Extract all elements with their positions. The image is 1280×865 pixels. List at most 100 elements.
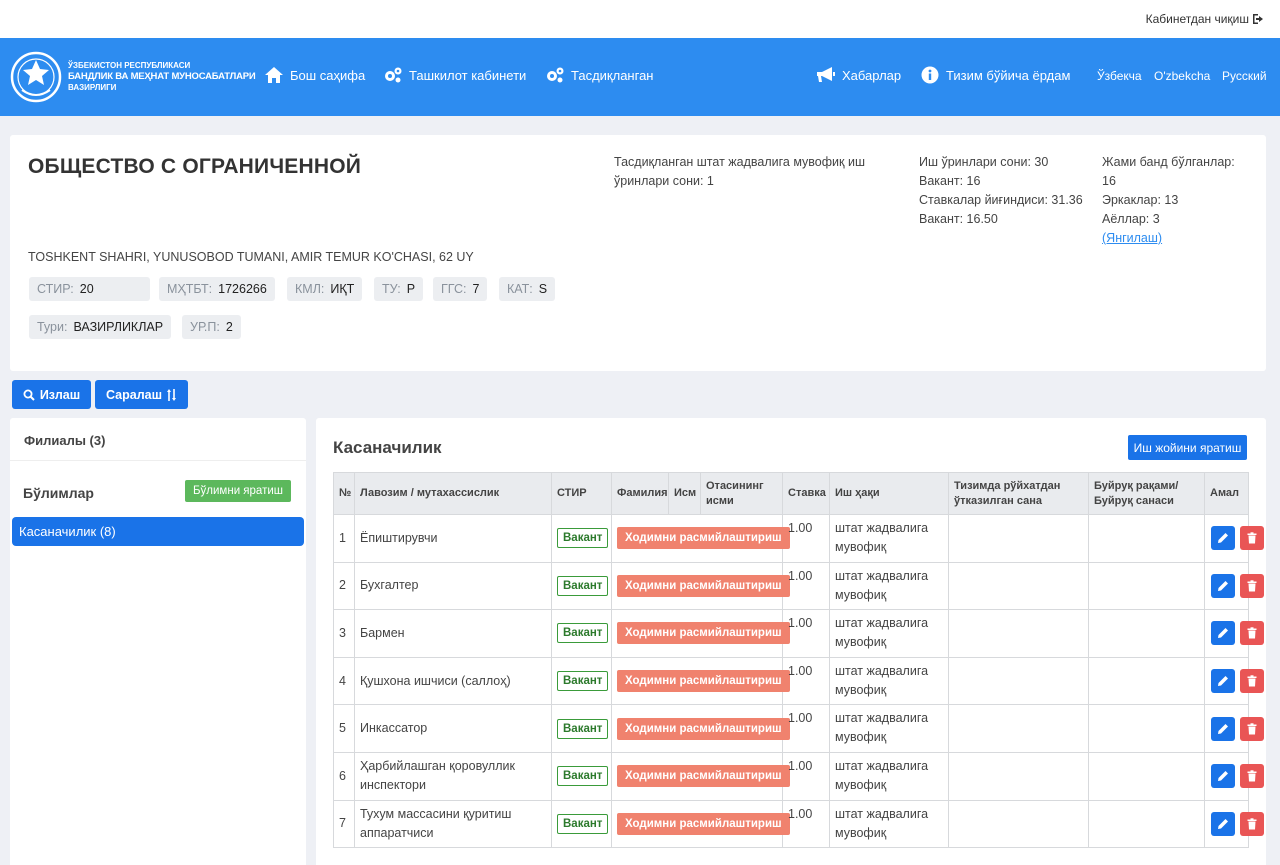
- bullhorn-icon: [817, 67, 835, 82]
- pencil-icon: [1218, 818, 1228, 829]
- info-circle-icon: [921, 66, 939, 84]
- create-department-button[interactable]: Бўлимни яратиш: [185, 480, 291, 502]
- sidebar: Филиалы (3) Бўлимлар Бўлимни яратиш Каса…: [10, 418, 306, 865]
- nav-home[interactable]: Бош саҳифа: [264, 66, 365, 84]
- chip-value: 1726266: [218, 282, 267, 296]
- col-stir: СТИР: [551, 472, 612, 515]
- nav-org-cabinet[interactable]: Ташкилот кабинети: [383, 66, 526, 84]
- row-position: Инкассатор: [354, 704, 552, 753]
- brand-text: Ўзбекистон Республикаси Бандлик ва меҳна…: [68, 60, 256, 93]
- row-position: Бармен: [354, 609, 552, 658]
- rate-sum: Ставкалар йиғиндиси: 31.36: [919, 193, 1083, 207]
- vacant-badge: Вакант: [557, 766, 609, 787]
- pencil-icon: [1218, 723, 1228, 734]
- nav-news[interactable]: Хабарлар: [816, 66, 901, 84]
- col-number: №: [333, 472, 355, 515]
- chip-urp: УР.П: 2: [182, 315, 241, 339]
- delete-button[interactable]: [1240, 669, 1265, 694]
- row-number: 5: [333, 704, 355, 753]
- row-order: [1088, 751, 1205, 801]
- chip-value: ВАЗИРЛИКЛАР: [73, 320, 164, 334]
- approved-places-info: Тасдиқланган штат жадвалига мувофиқ иш ў…: [614, 155, 865, 188]
- row-order: [1088, 609, 1205, 658]
- register-employee-button[interactable]: Ходимни расмийлаштириш: [617, 574, 790, 597]
- trash-icon: [1247, 675, 1257, 687]
- men-count: Эркаклар: 13: [1102, 193, 1179, 207]
- col-order: Буйруқ рақами/ Буйруқ санаси: [1088, 472, 1205, 515]
- main-panel: Касаначилик Иш жойини яратиш № Лавозим /…: [316, 418, 1266, 865]
- delete-button[interactable]: [1240, 573, 1265, 598]
- row-order: [1088, 561, 1205, 611]
- chip-key: УР.П:: [190, 320, 220, 334]
- chip-key: КАТ:: [507, 282, 533, 296]
- trash-icon: [1247, 580, 1257, 592]
- row-stir-cell: Вакант: [551, 561, 612, 611]
- row-actions: [1204, 514, 1265, 563]
- col-salary: Иш ҳақи: [829, 472, 949, 515]
- row-registered-date: [948, 561, 1089, 611]
- register-employee-button[interactable]: Ходимни расмийлаштириш: [617, 527, 790, 550]
- refresh-link[interactable]: (Янгилаш): [1102, 231, 1162, 245]
- branches-link[interactable]: Филиалы (3): [24, 433, 105, 448]
- departments-heading: Бўлимлар: [23, 485, 94, 501]
- delete-button[interactable]: [1240, 716, 1265, 741]
- pencil-icon: [1218, 533, 1228, 544]
- register-employee-button[interactable]: Ходимни расмийлаштириш: [617, 622, 790, 645]
- chip-value: 7: [472, 282, 480, 296]
- delete-button[interactable]: [1240, 526, 1265, 551]
- delete-button[interactable]: [1240, 621, 1265, 646]
- cogs-icon: [385, 67, 402, 83]
- row-number: 6: [333, 751, 355, 801]
- row-stir-cell: Вакант: [551, 704, 612, 753]
- row-number: 1: [333, 514, 355, 563]
- col-position: Лавозим / мутахассислик: [354, 472, 552, 515]
- row-number: 2: [333, 561, 355, 611]
- jobs-count: Иш ўринлари сони: 30: [919, 155, 1049, 169]
- chip-tu: ТУ: Р: [374, 277, 424, 301]
- lang-ru[interactable]: Русский: [1222, 69, 1267, 83]
- row-order: [1088, 656, 1205, 706]
- row-position: Қушхона ишчиси (саллоҳ): [354, 656, 552, 706]
- divider: [10, 460, 306, 461]
- row-number: 4: [333, 656, 355, 706]
- edit-button[interactable]: [1211, 526, 1235, 551]
- nav-approved[interactable]: Тасдиқланган: [545, 66, 653, 84]
- nav-help-label: Тизим бўйича ёрдам: [946, 67, 1071, 83]
- organization-title: ОБЩЕСТВО С ОГРАНИЧЕННОЙ: [28, 155, 362, 178]
- nav-org-cabinet-label: Ташкилот кабинети: [409, 67, 527, 83]
- search-button[interactable]: Излаш: [12, 380, 91, 409]
- chip-stir: СТИР: 20: [29, 277, 150, 301]
- brand-line-3: вазирлиги: [68, 83, 117, 92]
- delete-button[interactable]: [1240, 811, 1265, 836]
- row-salary: штат жадвалига мувофиқ: [829, 751, 949, 801]
- sort-button[interactable]: Саралаш: [95, 380, 188, 409]
- edit-button[interactable]: [1211, 811, 1235, 836]
- logout-label: Кабинетдан чиқиш: [1145, 12, 1249, 26]
- nav-help[interactable]: Тизим бўйича ёрдам: [920, 66, 1070, 84]
- table-row: 7 Тухум массасини қуритиш аппаратчиси Ва…: [333, 799, 1265, 849]
- register-employee-button[interactable]: Ходимни расмийлаштириш: [617, 765, 790, 788]
- register-employee-button[interactable]: Ходимни расмийлаштириш: [617, 812, 790, 835]
- brand-line-1: Ўзбекистон Республикаси: [68, 61, 191, 70]
- nav-news-label: Хабарлар: [842, 67, 902, 83]
- edit-button[interactable]: [1211, 669, 1235, 694]
- lang-uz-cyrl[interactable]: Ўзбекча: [1097, 69, 1142, 83]
- row-name-cell: Ходимни расмийлаштириш: [611, 609, 790, 658]
- lang-uz-latn[interactable]: O'zbekcha: [1154, 69, 1210, 83]
- edit-button[interactable]: [1211, 716, 1235, 741]
- register-employee-button[interactable]: Ходимни расмийлаштириш: [617, 670, 790, 693]
- row-stir-cell: Вакант: [551, 656, 612, 706]
- sidebar-item-kasanachilik[interactable]: Касаначилик (8): [12, 517, 304, 546]
- delete-button[interactable]: [1240, 764, 1265, 789]
- register-employee-button[interactable]: Ходимни расмийлаштириш: [617, 717, 790, 740]
- edit-button[interactable]: [1211, 573, 1235, 598]
- logout-link[interactable]: Кабинетдан чиқиш: [1146, 12, 1266, 26]
- row-position: Ёпиштирувчи: [354, 514, 552, 563]
- row-registered-date: [948, 609, 1089, 658]
- row-registered-date: [948, 751, 1089, 801]
- ministry-emblem[interactable]: [10, 46, 62, 108]
- edit-button[interactable]: [1211, 764, 1235, 789]
- row-salary: штат жадвалига мувофиқ: [829, 561, 949, 611]
- create-job-button[interactable]: Иш жойини яратиш: [1128, 435, 1247, 460]
- edit-button[interactable]: [1211, 621, 1235, 646]
